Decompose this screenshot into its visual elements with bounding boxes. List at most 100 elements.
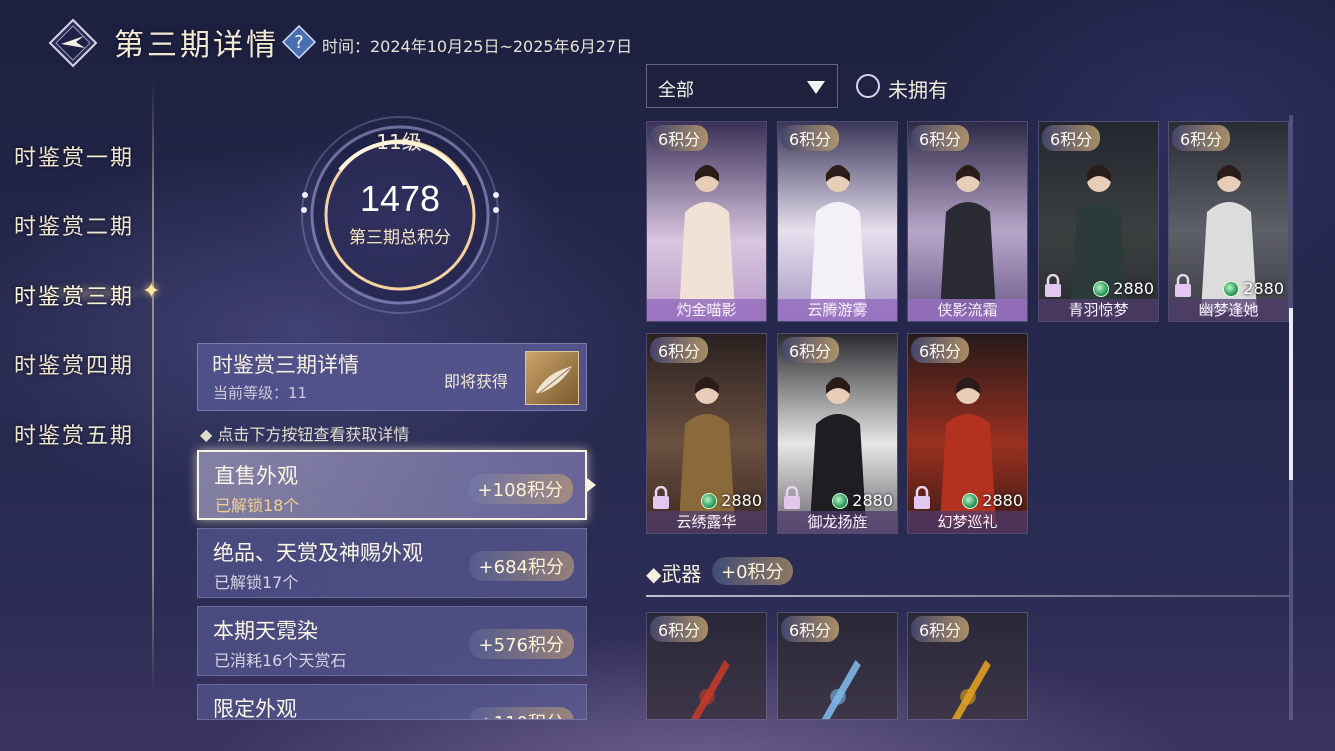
category-limited[interactable]: 限定外观 +110积分 xyxy=(197,684,587,720)
category-sub: 已解锁18个 xyxy=(215,496,300,515)
outfit-name: 御龙扬旌 xyxy=(778,511,897,533)
outfit-name: 云腾游雾 xyxy=(778,299,897,321)
outfit-card[interactable]: 6积分 2880 御龙扬旌 xyxy=(777,333,898,534)
weapon-section-points: +0积分 xyxy=(712,557,793,585)
weapon-section-title: ◆武器 xyxy=(646,562,702,586)
back-arrow-icon xyxy=(48,18,98,68)
category-premium[interactable]: 绝品、天赏及神赐外观 已解锁17个 +684积分 xyxy=(197,528,587,598)
price-value: 2880 xyxy=(721,491,762,510)
price-value: 2880 xyxy=(1113,279,1154,298)
lock-icon xyxy=(784,486,800,509)
outfit-points: 6积分 xyxy=(781,337,840,363)
category-title: 限定外观 xyxy=(213,697,297,720)
jade-currency-icon xyxy=(832,492,849,509)
outfit-name: 幽梦逢她 xyxy=(1169,299,1288,321)
help-button[interactable]: ? xyxy=(281,24,317,60)
weapon-icon xyxy=(821,660,861,719)
jade-currency-icon xyxy=(962,492,979,509)
jade-currency-icon xyxy=(701,492,718,509)
active-star-icon: ✦ xyxy=(142,279,161,304)
character-figure xyxy=(810,165,866,312)
detail-title: 时鉴赏三期详情 xyxy=(212,353,359,377)
price-value: 2880 xyxy=(852,491,893,510)
outfit-points: 6积分 xyxy=(1042,125,1101,151)
outfit-name: 青羽惊梦 xyxy=(1039,299,1158,321)
lock-icon xyxy=(653,486,669,509)
outfit-price: 2880 xyxy=(962,491,1023,510)
dropdown-value: 全部 xyxy=(658,80,694,101)
category-points: +684积分 xyxy=(468,551,574,581)
nav-item-period-4[interactable]: 时鉴赏四期 xyxy=(14,348,134,380)
category-points: +108积分 xyxy=(467,474,573,504)
outfit-price: 2880 xyxy=(701,491,762,510)
outfit-points: 6积分 xyxy=(1172,125,1231,151)
lock-icon xyxy=(1045,274,1061,297)
page-title: 第三期详情 xyxy=(114,28,279,63)
category-points: +576积分 xyxy=(468,629,574,659)
outfit-points: 6积分 xyxy=(781,125,840,151)
category-title: 本期天霓染 xyxy=(213,619,318,643)
nav-divider xyxy=(152,80,154,690)
outfit-points: 6积分 xyxy=(911,125,970,151)
outfit-name: 幻梦巡礼 xyxy=(908,511,1027,533)
outfit-card[interactable]: 6积分 2880 幽梦逢她 xyxy=(1168,121,1289,322)
outfit-points: 6积分 xyxy=(911,337,970,363)
back-button[interactable] xyxy=(48,18,98,68)
category-sub: 已解锁17个 xyxy=(214,573,299,592)
outfit-price: 2880 xyxy=(1223,279,1284,298)
outfit-name: 侠影流霜 xyxy=(908,299,1027,321)
current-level: 当前等级：11 xyxy=(213,384,308,402)
upcoming-reward-thumb[interactable] xyxy=(525,351,579,405)
outfit-price: 2880 xyxy=(832,491,893,510)
outfit-card[interactable]: 6积分灼金喵影 xyxy=(646,121,767,322)
weapon-icon xyxy=(690,660,730,719)
filter-dropdown[interactable]: 全部 xyxy=(646,64,838,108)
hint-text: ◆ 点击下方按钮查看获取详情 xyxy=(200,425,410,444)
outfit-name: 灼金喵影 xyxy=(647,299,766,321)
outfit-card[interactable]: 6积分 2880 青羽惊梦 xyxy=(1038,121,1159,322)
question-icon: ? xyxy=(281,24,317,60)
scrollbar-thumb[interactable] xyxy=(1289,308,1293,480)
category-sub: 已消耗16个天赏石 xyxy=(214,651,347,670)
outfit-card[interactable]: 6积分 2880 云绣露华 xyxy=(646,333,767,534)
nav-item-period-2[interactable]: 时鉴赏二期 xyxy=(14,209,134,241)
category-title: 绝品、天赏及神赐外观 xyxy=(213,541,423,565)
category-points: +110积分 xyxy=(468,707,574,719)
outfit-card[interactable]: 6积分云腾游雾 xyxy=(777,121,898,322)
level-label: 11级 xyxy=(376,130,422,154)
jade-currency-icon xyxy=(1223,280,1240,297)
outfit-card[interactable]: 6积分侠影流霜 xyxy=(907,121,1028,322)
outfit-price: 2880 xyxy=(1093,279,1154,298)
category-direct-sale[interactable]: 直售外观 已解锁18个 +108积分 xyxy=(197,450,587,520)
chevron-down-icon xyxy=(807,81,825,94)
weapon-icon xyxy=(951,660,991,719)
active-category-arrow-icon xyxy=(587,478,596,492)
outfit-name: 云绣露华 xyxy=(647,511,766,533)
price-value: 2880 xyxy=(982,491,1023,510)
nav-item-period-1[interactable]: 时鉴赏一期 xyxy=(14,140,134,172)
weapon-points: 6积分 xyxy=(781,616,840,642)
weapon-card[interactable]: 6积分 xyxy=(646,612,767,720)
nav-item-period-3[interactable]: 时鉴赏三期 xyxy=(14,279,134,311)
unowned-label[interactable]: 未拥有 xyxy=(888,74,948,103)
svg-text:?: ? xyxy=(294,32,304,53)
character-figure xyxy=(940,165,996,312)
category-title: 直售外观 xyxy=(214,464,298,488)
weapon-divider xyxy=(646,595,1289,597)
nav-item-period-5[interactable]: 时鉴赏五期 xyxy=(14,418,134,450)
lock-icon xyxy=(1175,274,1191,297)
weapon-points: 6积分 xyxy=(911,616,970,642)
unowned-radio[interactable] xyxy=(856,74,880,98)
weapon-card[interactable]: 6积分 xyxy=(777,612,898,720)
lock-icon xyxy=(914,486,930,509)
outfit-points: 6积分 xyxy=(650,125,709,151)
weapon-card[interactable]: 6积分 xyxy=(907,612,1028,720)
period-text: 时间：2024年10月25日~2025年6月27日 xyxy=(322,37,633,56)
outfit-card[interactable]: 6积分 2880 幻梦巡礼 xyxy=(907,333,1028,534)
outfit-points: 6积分 xyxy=(650,337,709,363)
weapon-points: 6积分 xyxy=(650,616,709,642)
total-score: 1478 xyxy=(359,178,441,219)
soon-label: 即将获得 xyxy=(444,372,509,391)
price-value: 2880 xyxy=(1243,279,1284,298)
category-dye[interactable]: 本期天霓染 已消耗16个天赏石 +576积分 xyxy=(197,606,587,676)
